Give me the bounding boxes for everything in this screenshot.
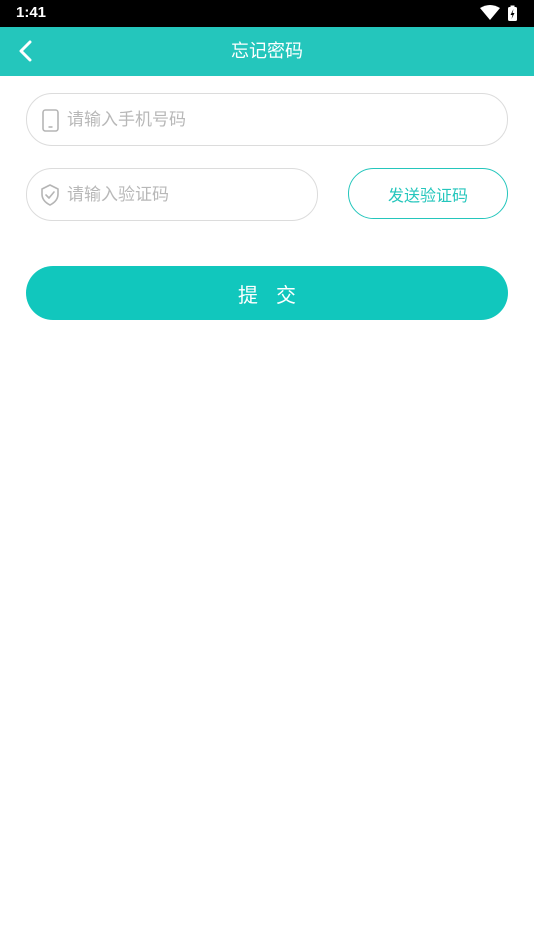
- wifi-icon: [480, 5, 500, 20]
- status-icons: [480, 5, 520, 23]
- app-bar: 忘记密码: [0, 27, 534, 76]
- submit-button[interactable]: 提交: [26, 266, 508, 320]
- send-code-button[interactable]: 发送验证码: [348, 168, 508, 219]
- phone-input[interactable]: [67, 94, 491, 145]
- shield-check-icon: [41, 184, 59, 206]
- back-button[interactable]: [8, 33, 44, 69]
- battery-charging-icon: [508, 5, 517, 21]
- verification-code-input[interactable]: [67, 169, 301, 220]
- chevron-left-icon: [19, 40, 32, 62]
- page-title: 忘记密码: [231, 41, 303, 62]
- phone-field[interactable]: [26, 93, 508, 146]
- phone-icon: [42, 109, 59, 132]
- status-bar: 1:41: [0, 0, 534, 27]
- code-field[interactable]: [26, 168, 318, 221]
- status-time: 1:41: [16, 4, 47, 21]
